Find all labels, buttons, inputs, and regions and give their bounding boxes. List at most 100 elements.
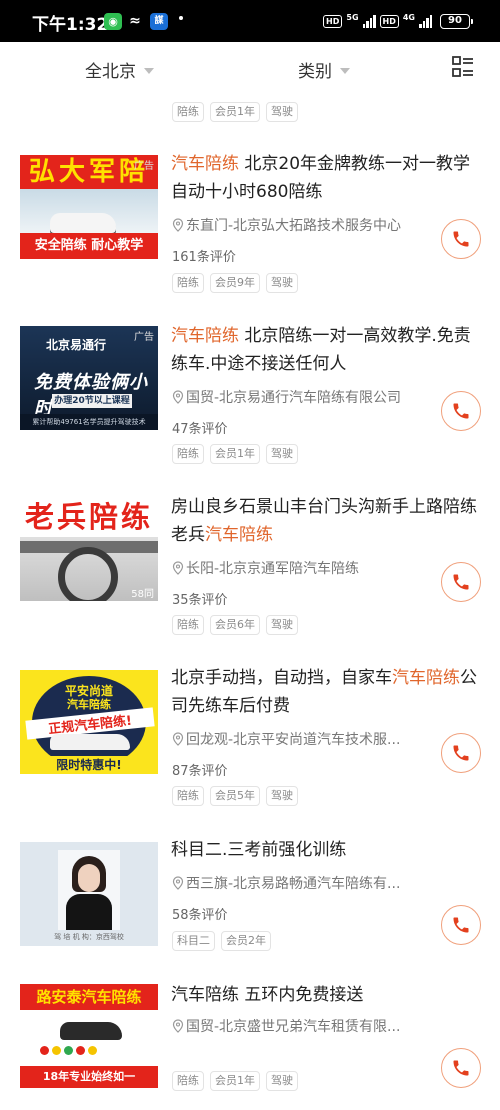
- steering-wheel-image: [58, 547, 118, 601]
- listing-title[interactable]: 房山良乡石景山丰台门头沟新手上路陪练老兵汽车陪练: [171, 493, 481, 549]
- tag: 陪练: [172, 444, 204, 464]
- tag: 科目二: [172, 931, 215, 951]
- category-filter-dropdown[interactable]: 类别: [298, 57, 350, 82]
- listing-thumbnail[interactable]: 平安尚道 汽车陪练 正规汽车陪练! 限时特惠中!: [20, 670, 158, 774]
- tag: 会员2年: [221, 931, 271, 951]
- thumbnail-brand-text: 北京易通行: [46, 338, 107, 352]
- call-button[interactable]: [441, 562, 481, 602]
- tag: 陪练: [172, 1071, 204, 1091]
- phone-icon: [453, 917, 469, 933]
- location-pin-icon: [172, 876, 184, 890]
- thumbnail-footer-text: 18年专业始终如一: [20, 1066, 158, 1088]
- thumbnail-caption-text: 驾 培 机 构：京西驾校: [54, 933, 124, 941]
- listing-thumbnail[interactable]: 弘大军陪 安全陪练 耐心教学 广告: [20, 155, 158, 259]
- city-filter-label: 全北京: [85, 62, 136, 82]
- car-image: [60, 1022, 122, 1040]
- traffic-light-image: [40, 1046, 97, 1055]
- location-pin-icon: [172, 561, 184, 575]
- thumbnail-banner-text: 老兵陪练: [20, 497, 158, 537]
- list-grid-icon[interactable]: [452, 56, 474, 78]
- thumbnail-footer-text: 累计帮助49761名学员提升驾驶技术: [20, 414, 158, 430]
- car-image: [50, 213, 116, 233]
- ad-badge: 广告: [134, 161, 154, 172]
- listing-title[interactable]: 汽车陪练 五环内免费接送: [171, 981, 481, 1009]
- tag: 驾驶: [266, 786, 298, 806]
- hd-badge: HD: [323, 14, 343, 28]
- battery-icon: 90: [440, 13, 473, 29]
- listing-location: 回龙观-北京平安尚道汽车技术服...: [172, 729, 430, 749]
- location-pin-icon: [172, 390, 184, 404]
- listing-thumbnail[interactable]: 北京易通行 免费体验俩小时 办理20节以上课程 累计帮助49761名学员提升驾驶…: [20, 326, 158, 430]
- listing-location: 东直门-北京弘大拓路技术服务中心: [172, 215, 430, 235]
- call-button[interactable]: [441, 219, 481, 259]
- listing-title[interactable]: 汽车陪练 北京20年金牌教练一对一教学自动十小时680陪练: [171, 150, 481, 206]
- network-4g-label: 4G: [402, 12, 415, 22]
- call-button[interactable]: [441, 905, 481, 945]
- phone-icon: [453, 745, 469, 761]
- phone-icon: [453, 231, 469, 247]
- listing-location: 长阳-北京京通军陪汽车陪练: [172, 558, 430, 578]
- call-button[interactable]: [441, 391, 481, 431]
- id-photo-image: [78, 864, 100, 892]
- review-count: 47条评价: [172, 422, 228, 437]
- tag: 会员1年: [210, 1071, 260, 1091]
- listing-location: 国贸-北京盛世兄弟汽车租赁有限...: [172, 1016, 430, 1036]
- listing-thumbnail[interactable]: 路安泰汽车陪练 18年专业始终如一: [20, 984, 158, 1088]
- listing-tags: 陪练 会员9年 驾驶: [172, 273, 298, 293]
- tag: 陪练: [172, 615, 204, 635]
- tag: 驾驶: [266, 444, 298, 464]
- phone-icon: [453, 574, 469, 590]
- review-count: 87条评价: [172, 764, 228, 779]
- tag: 驾驶: [266, 273, 298, 293]
- review-count: 35条评价: [172, 593, 228, 608]
- call-button[interactable]: [441, 733, 481, 773]
- listing-location: 西三旗-北京易路畅通汽车陪练有...: [172, 873, 430, 893]
- tag: 陪练: [172, 102, 204, 122]
- thumbnail-banner-text: 路安泰汽车陪练: [20, 984, 158, 1010]
- phone-icon: [453, 1060, 469, 1076]
- tag: 驾驶: [266, 1071, 298, 1091]
- signal-icon: [362, 14, 376, 28]
- listing-tags: 陪练 会员5年 驾驶: [172, 786, 298, 806]
- listing-thumbnail[interactable]: 驾 培 机 构：京西驾校: [20, 842, 158, 946]
- ad-badge: 广告: [134, 332, 154, 343]
- tag: 会员5年: [210, 786, 260, 806]
- tag: 会员1年: [210, 444, 260, 464]
- listing-title[interactable]: 科目二.三考前强化训练: [171, 836, 481, 864]
- phone-icon: [453, 403, 469, 419]
- network-5g-label: 5G: [346, 12, 359, 22]
- chevron-down-icon: [340, 67, 350, 74]
- listing-title[interactable]: 北京手动挡，自动挡，自家车汽车陪练公司先练车后付费: [171, 664, 481, 720]
- location-pin-icon: [172, 218, 184, 232]
- thumbnail-sub-text: 办理20节以上课程: [52, 394, 132, 408]
- listing-tags: 陪练 会员6年 驾驶: [172, 615, 298, 635]
- city-filter-dropdown[interactable]: 全北京: [85, 57, 154, 82]
- listing-thumbnail[interactable]: 老兵陪练 58同: [20, 497, 158, 601]
- chevron-down-icon: [144, 67, 154, 74]
- listing-tags: 科目二 会员2年: [172, 931, 271, 951]
- location-pin-icon: [172, 732, 184, 746]
- app-notification-icon: 謀: [150, 13, 168, 30]
- tag: 会员1年: [210, 102, 260, 122]
- thumbnail-footer-text: 限时特惠中!: [20, 756, 158, 773]
- previous-listing-tags: 陪练 会员1年 驾驶: [172, 102, 298, 122]
- hd-badge-2: HD: [379, 14, 399, 28]
- tag: 陪练: [172, 273, 204, 293]
- listing-title[interactable]: 汽车陪练 北京陪练一对一高效教学.免责练车.中途不接送任何人: [171, 322, 481, 378]
- tag: 会员9年: [210, 273, 260, 293]
- location-pin-icon: [172, 1019, 184, 1033]
- signal-icon-2: [419, 14, 432, 28]
- link-notification-icon: ≈: [129, 13, 141, 29]
- status-bar: 下午1:32 ◉ ≈ 謀 HD 5G HD 4G 90: [0, 0, 500, 42]
- tag: 驾驶: [266, 615, 298, 635]
- review-count: 161条评价: [172, 250, 236, 265]
- tag: 会员6年: [210, 615, 260, 635]
- thumbnail-footer-text: 安全陪练 耐心教学: [20, 233, 158, 259]
- more-notifications-dot-icon: [179, 16, 183, 20]
- listing-tags: 陪练 会员1年 驾驶: [172, 1071, 298, 1091]
- category-filter-label: 类别: [298, 62, 332, 82]
- tag: 陪练: [172, 786, 204, 806]
- watermark-text: 58同: [131, 589, 154, 600]
- call-button[interactable]: [441, 1048, 481, 1088]
- wechat-notification-icon: ◉: [104, 13, 122, 30]
